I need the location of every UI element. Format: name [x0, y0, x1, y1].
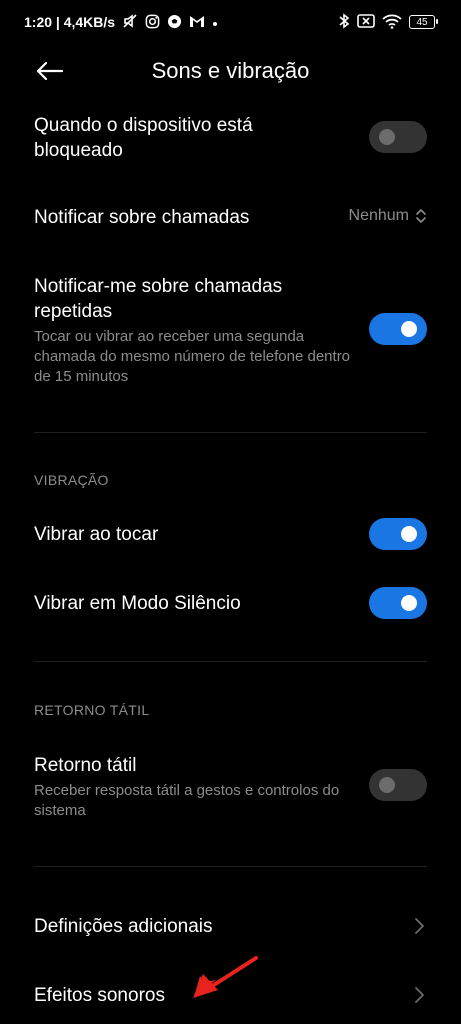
- setting-haptic-row[interactable]: Retorno tátil Receber resposta tátil a g…: [34, 753, 351, 821]
- setting-haptic-description: Receber resposta tátil a gestos e contro…: [34, 782, 340, 819]
- arrow-left-icon: [36, 61, 63, 81]
- toggle-knob: [401, 321, 417, 337]
- gmail-icon: [189, 14, 205, 30]
- battery-icon: 45: [409, 15, 438, 29]
- status-time-speed: 1:20 | 4,4KB/s: [24, 14, 116, 30]
- more-notifications-icon: [212, 15, 218, 29]
- app-header: Sons e vibração: [0, 44, 461, 98]
- setting-additional-row[interactable]: Definições adicionais: [34, 914, 427, 939]
- instagram-icon: [145, 14, 160, 31]
- toggle-knob: [401, 595, 417, 611]
- toggle-knob: [379, 129, 395, 145]
- notify-calls-select[interactable]: Nenhum: [349, 207, 427, 225]
- locked-toggle[interactable]: [369, 121, 427, 153]
- setting-repeated-calls-row[interactable]: Notificar-me sobre chamadas repetidas To…: [34, 274, 351, 387]
- haptic-toggle[interactable]: [369, 769, 427, 801]
- divider: [34, 661, 427, 662]
- toggle-knob: [379, 777, 395, 793]
- notify-calls-value: Nenhum: [348, 207, 409, 224]
- setting-repeated-calls-label: Notificar-me sobre chamadas repetidas: [34, 276, 283, 322]
- no-sim-icon: [357, 13, 375, 31]
- mute-icon: [122, 13, 138, 31]
- soccer-ball-icon: [167, 14, 182, 31]
- status-bar-right: 45: [338, 13, 438, 31]
- bluetooth-icon: [338, 13, 350, 31]
- divider: [34, 432, 427, 433]
- repeated-calls-toggle[interactable]: [369, 313, 427, 345]
- toggle-knob: [401, 526, 417, 542]
- setting-repeated-calls-description: Tocar ou vibrar ao receber uma segunda c…: [34, 328, 351, 385]
- section-haptic-label: RETORNO TÁTIL: [34, 702, 150, 718]
- chevron-right-icon: [415, 918, 424, 934]
- status-bar-left: 1:20 | 4,4KB/s: [24, 13, 218, 31]
- back-button[interactable]: [34, 58, 64, 84]
- red-arrow-annotation-icon: [193, 956, 258, 998]
- chevron-right-icon: [415, 987, 424, 1003]
- status-bar: 1:20 | 4,4KB/s 45: [0, 0, 461, 44]
- chevron-up-down-icon: [416, 209, 426, 223]
- setting-additional-label: Definições adicionais: [34, 916, 213, 937]
- wifi-icon: [382, 13, 402, 31]
- section-vibration-label: VIBRAÇÃO: [34, 472, 109, 488]
- page-title: Sons e vibração: [151, 58, 310, 83]
- vibrate-silent-toggle[interactable]: [369, 587, 427, 619]
- setting-locked-label: Quando o dispositivo está bloqueado: [34, 115, 253, 161]
- divider: [34, 866, 427, 867]
- setting-haptic-label: Retorno tátil: [34, 755, 137, 776]
- vibrate-ring-toggle[interactable]: [369, 518, 427, 550]
